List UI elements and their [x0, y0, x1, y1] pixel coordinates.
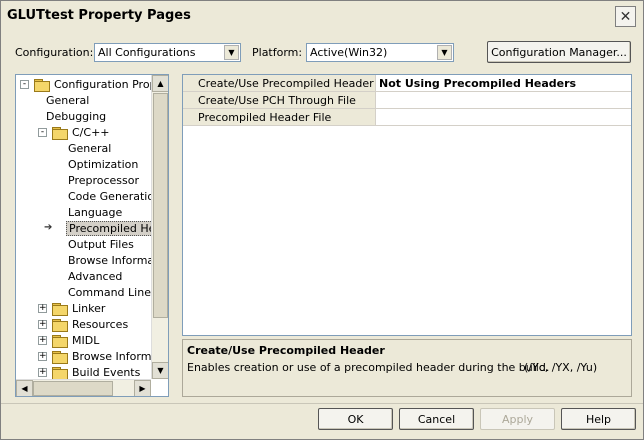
- collapse-icon[interactable]: -: [20, 80, 29, 89]
- tree-item-label: Optimization: [68, 158, 139, 171]
- help-button[interactable]: Help: [561, 408, 636, 430]
- scroll-thumb-horizontal[interactable]: [33, 381, 113, 396]
- configuration-label: Configuration:: [15, 46, 94, 59]
- scroll-down-button[interactable]: ▼: [152, 362, 168, 379]
- folder-icon: [52, 366, 68, 380]
- scroll-right-button[interactable]: ▶: [134, 380, 151, 396]
- folder-icon: [52, 302, 68, 316]
- tree-item[interactable]: + Build Events: [38, 365, 142, 380]
- tree-item-label: Resources: [72, 318, 129, 331]
- tree-item[interactable]: Command Line: [58, 285, 153, 300]
- tree-item-label: Output Files: [68, 238, 134, 251]
- property-pages-dialog: GLUTtest Property Pages ✕ Configuration:…: [0, 0, 644, 440]
- description-switches: (/Yc, /YX, /Yu): [524, 361, 598, 374]
- tree-item[interactable]: Output Files: [58, 237, 136, 252]
- expand-icon[interactable]: +: [38, 320, 47, 329]
- tree-horizontal-scrollbar[interactable]: ◀ ▶: [16, 379, 151, 396]
- configuration-dropdown[interactable]: All Configurations ▼: [94, 43, 241, 62]
- property-name: Create/Use PCH Through File: [183, 92, 376, 108]
- property-value[interactable]: [377, 92, 379, 108]
- description-panel: Create/Use Precompiled Header Enables cr…: [182, 339, 632, 397]
- property-row[interactable]: Create/Use Precompiled Header Not Using P…: [183, 75, 631, 92]
- tree-item-label: Language: [68, 206, 123, 219]
- folder-icon: [52, 350, 68, 364]
- tree-item[interactable]: + MIDL: [38, 333, 101, 348]
- scroll-left-button[interactable]: ◀: [16, 380, 33, 396]
- tree-item-label: Linker: [72, 302, 106, 315]
- property-name: Create/Use Precompiled Header: [183, 75, 376, 91]
- tree-item-label: Code Generation: [68, 190, 162, 203]
- folder-open-icon: [34, 78, 50, 92]
- close-button[interactable]: ✕: [615, 6, 636, 27]
- tree-item-label: General: [68, 142, 112, 155]
- platform-label: Platform:: [252, 46, 303, 59]
- tree-item[interactable]: Debugging: [40, 109, 108, 124]
- property-value[interactable]: [377, 109, 379, 125]
- title-bar: GLUTtest Property Pages ✕: [1, 1, 643, 31]
- ok-button[interactable]: OK: [318, 408, 393, 430]
- property-name: Precompiled Header File: [183, 109, 376, 125]
- tree-item-label: Preprocessor: [68, 174, 140, 187]
- scroll-thumb[interactable]: [153, 93, 168, 318]
- tree-item[interactable]: Advanced: [58, 269, 124, 284]
- tree-item-label: General: [46, 94, 90, 107]
- expand-icon[interactable]: +: [38, 368, 47, 377]
- property-row[interactable]: Precompiled Header File: [183, 109, 631, 126]
- configuration-manager-button[interactable]: Configuration Manager...: [487, 41, 631, 63]
- tree-item[interactable]: General: [58, 141, 113, 156]
- platform-value: Active(Win32): [310, 46, 388, 59]
- platform-dropdown[interactable]: Active(Win32) ▼: [306, 43, 454, 62]
- apply-button[interactable]: Apply: [480, 408, 555, 430]
- tree-item[interactable]: - C/C++: [38, 125, 112, 140]
- folder-icon: [52, 318, 68, 332]
- tree-item-label: Debugging: [46, 110, 107, 123]
- property-value[interactable]: Not Using Precompiled Headers: [377, 75, 576, 91]
- configuration-value: All Configurations: [98, 46, 196, 59]
- tree-item[interactable]: + Resources: [38, 317, 130, 332]
- tree-vertical-scrollbar[interactable]: ▲ ▼: [151, 75, 168, 379]
- tree-item[interactable]: -Configuration Properties: [20, 77, 168, 92]
- tree-item[interactable]: Optimization: [58, 157, 140, 172]
- tree-item-label: Advanced: [68, 270, 123, 283]
- tree-item-label: C/C++: [72, 126, 110, 139]
- expand-icon[interactable]: +: [38, 352, 47, 361]
- arrow-pointer-icon: ➔: [44, 222, 53, 233]
- folder-icon: [52, 334, 68, 348]
- property-row[interactable]: Create/Use PCH Through File: [183, 92, 631, 109]
- close-icon: ✕: [619, 8, 632, 25]
- tree-item[interactable]: Language: [58, 205, 124, 220]
- collapse-icon[interactable]: -: [38, 128, 47, 137]
- tree-item[interactable]: + Linker: [38, 301, 107, 316]
- cancel-button[interactable]: Cancel: [399, 408, 474, 430]
- chevron-down-icon: ▼: [437, 45, 452, 60]
- scroll-up-button[interactable]: ▲: [152, 75, 168, 92]
- tree-item-label: Build Events: [72, 366, 141, 379]
- tree-item[interactable]: General: [40, 93, 91, 108]
- separator: [1, 403, 643, 404]
- tree-item[interactable]: Code Generation: [58, 189, 163, 204]
- description-title: Create/Use Precompiled Header: [187, 344, 385, 357]
- folder-open-icon: [52, 126, 68, 140]
- tree-item[interactable]: + Browse Information: [38, 349, 168, 364]
- expand-icon[interactable]: +: [38, 336, 47, 345]
- property-tree[interactable]: -Configuration Properties General Debuggin…: [15, 74, 169, 397]
- property-grid: Create/Use Precompiled Header Not Using P…: [182, 74, 632, 336]
- expand-icon[interactable]: +: [38, 304, 47, 313]
- dialog-title: GLUTtest Property Pages: [7, 8, 191, 23]
- chevron-down-icon: ▼: [224, 45, 239, 60]
- tree-item[interactable]: Preprocessor: [58, 173, 141, 188]
- tree-item-label: MIDL: [72, 334, 100, 347]
- tree-item-label: Command Line: [68, 286, 151, 299]
- description-body: Enables creation or use of a precompiled…: [187, 361, 550, 374]
